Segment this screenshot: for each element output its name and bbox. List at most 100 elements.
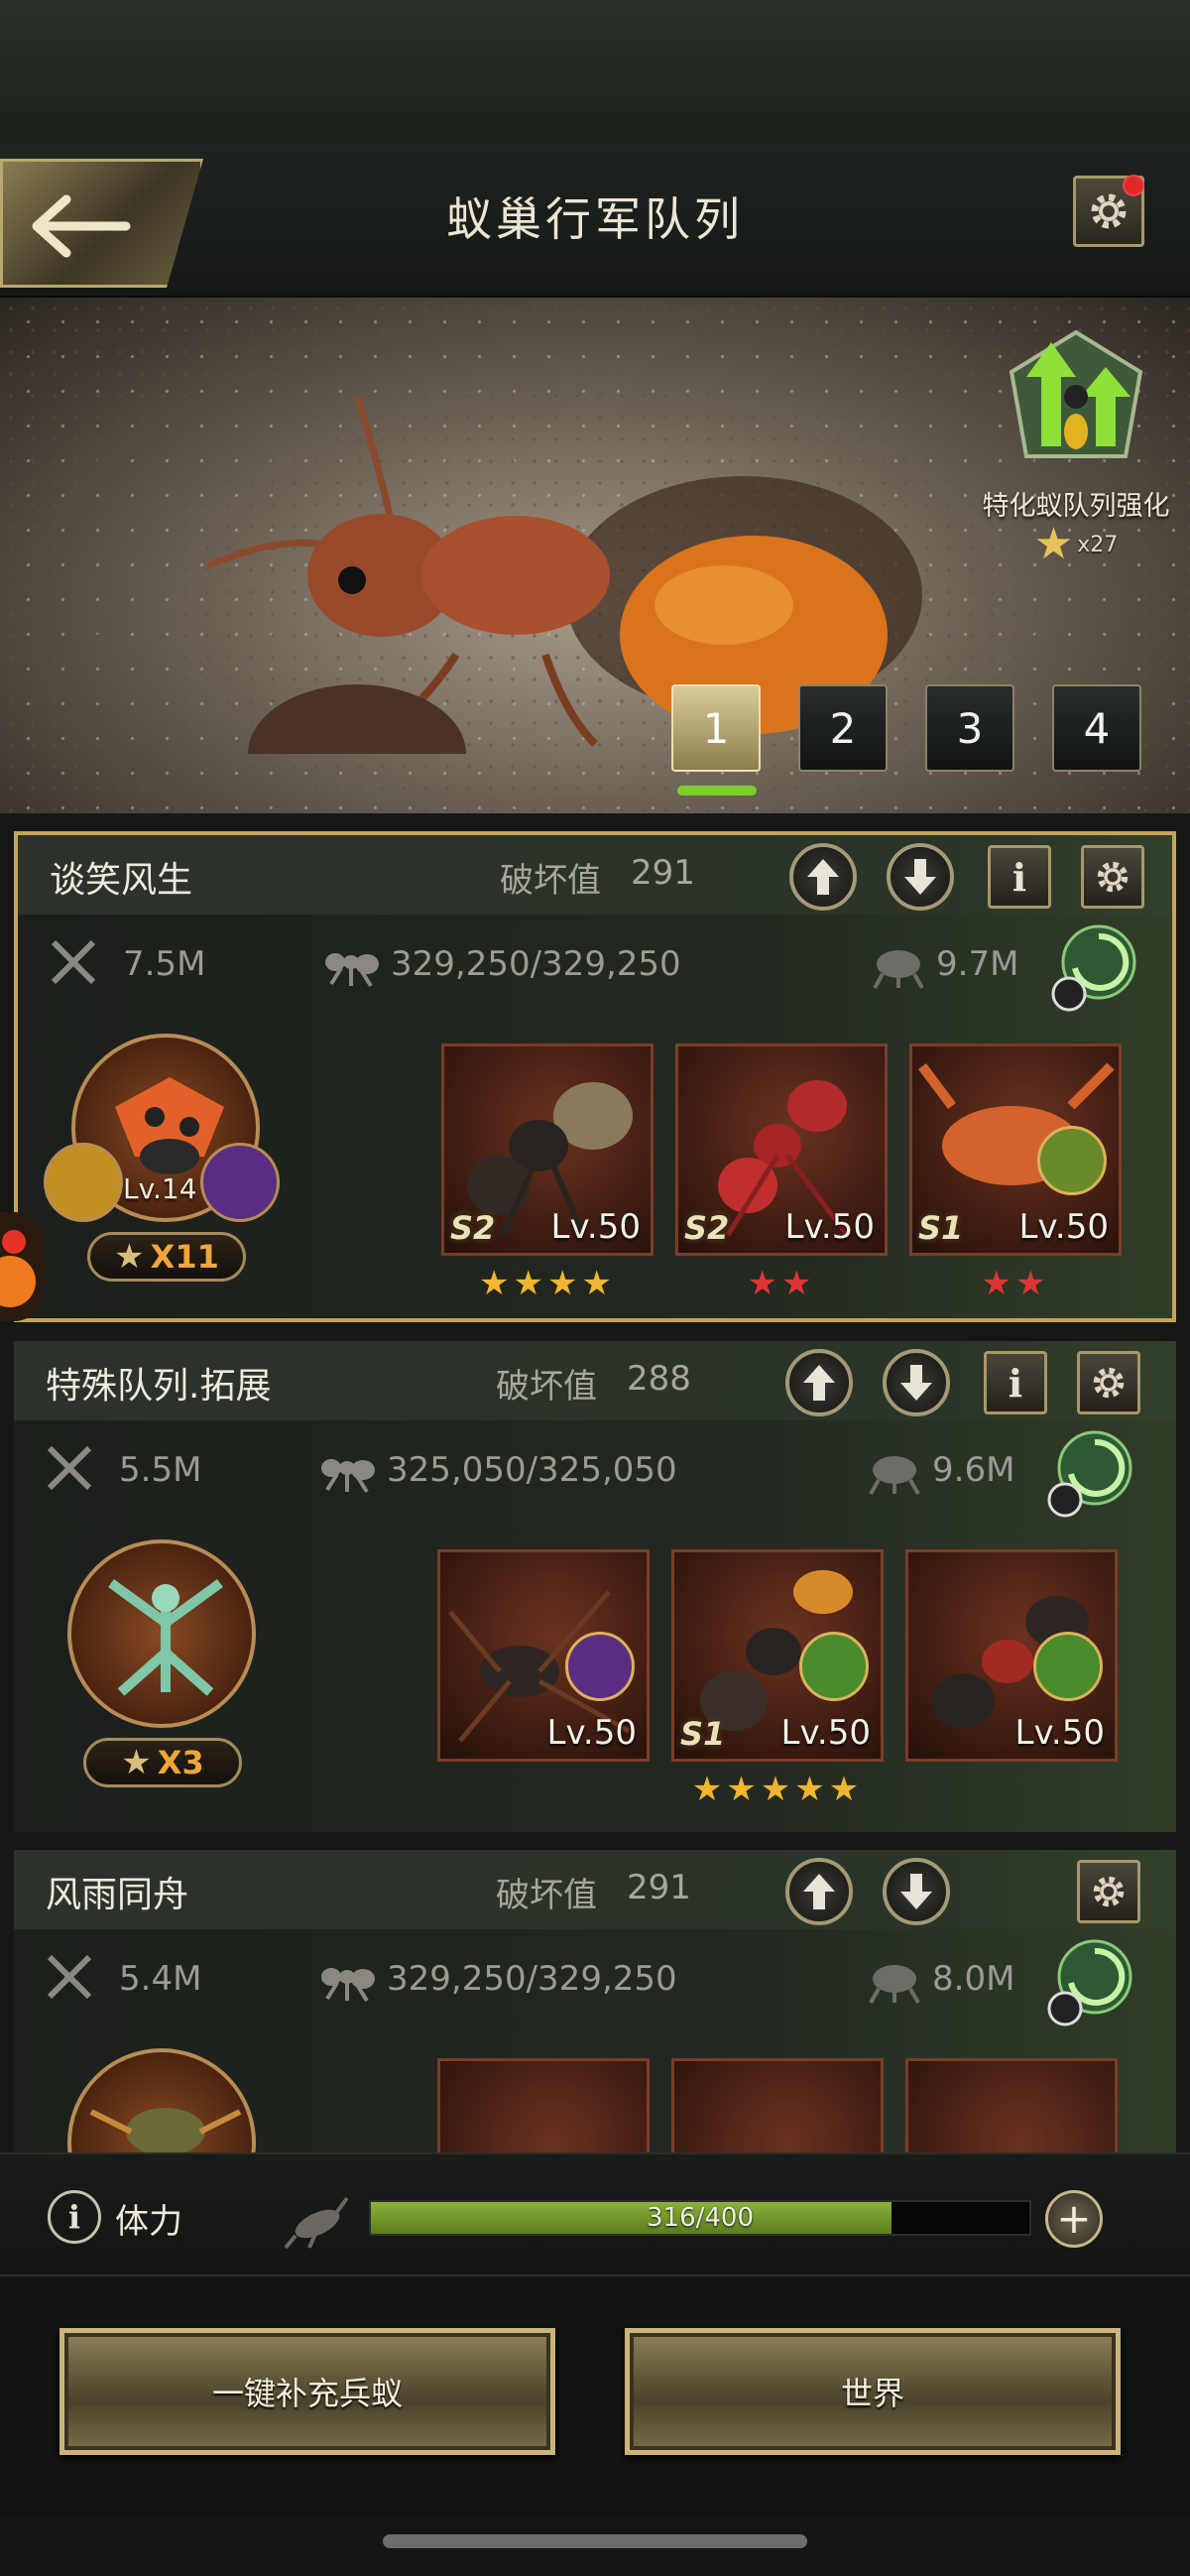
star-icon: ★: [1033, 519, 1074, 569]
troop-level: Lv.50: [546, 1713, 638, 1753]
squad-load: 9.7M: [936, 944, 1019, 984]
load-capacity-icon: [869, 1965, 920, 2004]
ant-count-icon: [325, 953, 379, 988]
commander-mantis-icon: [108, 1578, 223, 1696]
add-stamina-button[interactable]: +: [1045, 2190, 1103, 2248]
troop-slot[interactable]: [671, 2058, 884, 2152]
ant-count-icon: [321, 1968, 375, 2003]
gear-icon: [1091, 193, 1127, 229]
move-down-button[interactable]: [883, 1349, 950, 1416]
troop-slot[interactable]: Lv.50: [905, 1549, 1118, 1762]
troop-level: Lv.50: [1014, 1713, 1106, 1753]
squad-troops: 325,050/325,050: [387, 1450, 677, 1490]
team-tab-2[interactable]: 2: [798, 684, 888, 772]
arrow-up-icon: [807, 859, 839, 895]
squad-settings-button[interactable]: [1077, 1351, 1140, 1414]
troop-stars: ★★★★: [479, 1264, 616, 1303]
squad-troops: 329,250/329,250: [387, 1959, 677, 1999]
squad-settings-button[interactable]: [1081, 845, 1144, 909]
move-down-button[interactable]: [887, 843, 954, 911]
info-button[interactable]: i: [984, 1351, 1047, 1414]
commander-slot[interactable]: ★ X3: [50, 1539, 268, 1797]
troop-skill-icon: [1033, 1632, 1103, 1701]
troop-stars: ★★: [747, 1264, 816, 1303]
arrow-down-icon: [904, 859, 936, 895]
commander-multiplier: ★ X3: [83, 1738, 242, 1787]
troop-grade: S2: [450, 1209, 496, 1247]
squad-card-header: 特殊队列.拓展 破坏值 288 i: [14, 1341, 1176, 1420]
commander-sub-left: [44, 1143, 123, 1222]
team-tab-3[interactable]: 3: [925, 684, 1014, 772]
squad-name: 谈笑风生: [50, 860, 193, 901]
move-up-button[interactable]: [789, 843, 857, 911]
cricket-icon: [284, 2196, 349, 2250]
troop-level: Lv.50: [550, 1207, 642, 1247]
squad-upgrade-badge[interactable]: 特化蚁队列强化 ★ x27: [982, 327, 1170, 566]
upgrade-count-row: ★ x27: [982, 523, 1170, 566]
squad-power: 5.4M: [119, 1959, 202, 1999]
squad-name: 风雨同舟: [46, 1875, 189, 1915]
plus-icon: +: [1056, 2194, 1092, 2243]
damage-value: 291: [627, 1868, 691, 1907]
load-capacity-icon: [873, 950, 924, 989]
squad-skill-icon[interactable]: [1051, 922, 1140, 1012]
troop-slot[interactable]: [437, 2058, 650, 2152]
star-icon: ★: [121, 1743, 152, 1782]
troop-slot[interactable]: Lv.50: [437, 1549, 650, 1762]
info-button[interactable]: i: [988, 845, 1051, 909]
squad-skill-icon[interactable]: [1047, 1428, 1136, 1518]
squad-card-header: 风雨同舟 破坏值 291: [14, 1850, 1176, 1929]
squad-banner: 特化蚁队列强化 ★ x27 1 2 3 4: [0, 298, 1190, 813]
squad-load: 9.6M: [932, 1450, 1015, 1490]
squad-load: 8.0M: [932, 1959, 1015, 1999]
commander-sub-right: [200, 1143, 280, 1222]
world-button[interactable]: 世界: [625, 2328, 1121, 2455]
upgrade-emblem-icon: [1009, 329, 1143, 458]
commander-multiplier-value: X3: [157, 1744, 204, 1781]
commander-slot[interactable]: [50, 2048, 268, 2152]
damage-label: 破坏值: [496, 1876, 597, 1915]
squad-card[interactable]: 风雨同舟 破坏值 291 5.4M 329,250/329,250 8.0M: [14, 1850, 1176, 2152]
crossed-swords-icon: [51, 939, 96, 985]
troop-slot[interactable]: S2 Lv.50: [441, 1043, 654, 1256]
move-down-button[interactable]: [883, 1858, 950, 1925]
squad-settings-button[interactable]: [1077, 1860, 1140, 1923]
troop-slot[interactable]: S2 Lv.50: [675, 1043, 888, 1256]
troop-level: Lv.50: [1018, 1207, 1110, 1247]
troop-slot[interactable]: S1 Lv.50: [671, 1549, 884, 1762]
team-tab-1[interactable]: 1: [671, 684, 761, 772]
arrow-down-icon: [900, 1874, 932, 1909]
status-bar-area: [0, 0, 1190, 144]
squad-skill-icon[interactable]: [1047, 1937, 1136, 2026]
refill-troops-button[interactable]: 一键补充兵蚁: [60, 2328, 555, 2455]
damage-label: 破坏值: [500, 861, 601, 901]
troop-level: Lv.50: [784, 1207, 876, 1247]
commander-multiplier: ★ X11: [87, 1232, 246, 1282]
home-indicator[interactable]: [383, 2534, 807, 2548]
stamina-info-button[interactable]: i: [48, 2190, 101, 2244]
arrow-up-icon: [803, 1874, 835, 1909]
info-icon: i: [67, 2198, 81, 2236]
squad-card[interactable]: 谈笑风生 破坏值 291 i 7.5M 329,250/329,250 9.7M: [14, 831, 1176, 1322]
move-up-button[interactable]: [785, 1858, 853, 1925]
top-header: 蚁巢行军队列: [0, 144, 1190, 298]
troop-slot[interactable]: [905, 2058, 1118, 2152]
team-tab-4[interactable]: 4: [1052, 684, 1141, 772]
squad-card[interactable]: 特殊队列.拓展 破坏值 288 i 5.5M 325,050/325,050 9…: [14, 1341, 1176, 1832]
troop-slot[interactable]: S1 Lv.50: [909, 1043, 1122, 1256]
star-icon: ★: [114, 1237, 145, 1277]
stamina-progress: 316/400: [369, 2200, 1031, 2236]
gear-icon: [1097, 861, 1129, 893]
troop-grade: S2: [684, 1209, 730, 1247]
commander-slot[interactable]: Lv.14 ★ X11: [44, 1034, 280, 1291]
side-mascot-button[interactable]: [0, 1212, 44, 1321]
troop-stars: ★★★★★: [691, 1770, 864, 1809]
squad-list[interactable]: 谈笑风生 破坏值 291 i 7.5M 329,250/329,250 9.7M: [0, 813, 1190, 2152]
troop-skill-icon: [1037, 1126, 1107, 1195]
crossed-swords-icon: [47, 1954, 92, 2000]
stamina-bar: i 体力 316/400 +: [0, 2152, 1190, 2276]
move-up-button[interactable]: [785, 1349, 853, 1416]
gear-icon: [1093, 1367, 1125, 1399]
squad-name: 特殊队列.拓展: [46, 1366, 272, 1407]
troop-stars: ★★: [981, 1264, 1050, 1303]
